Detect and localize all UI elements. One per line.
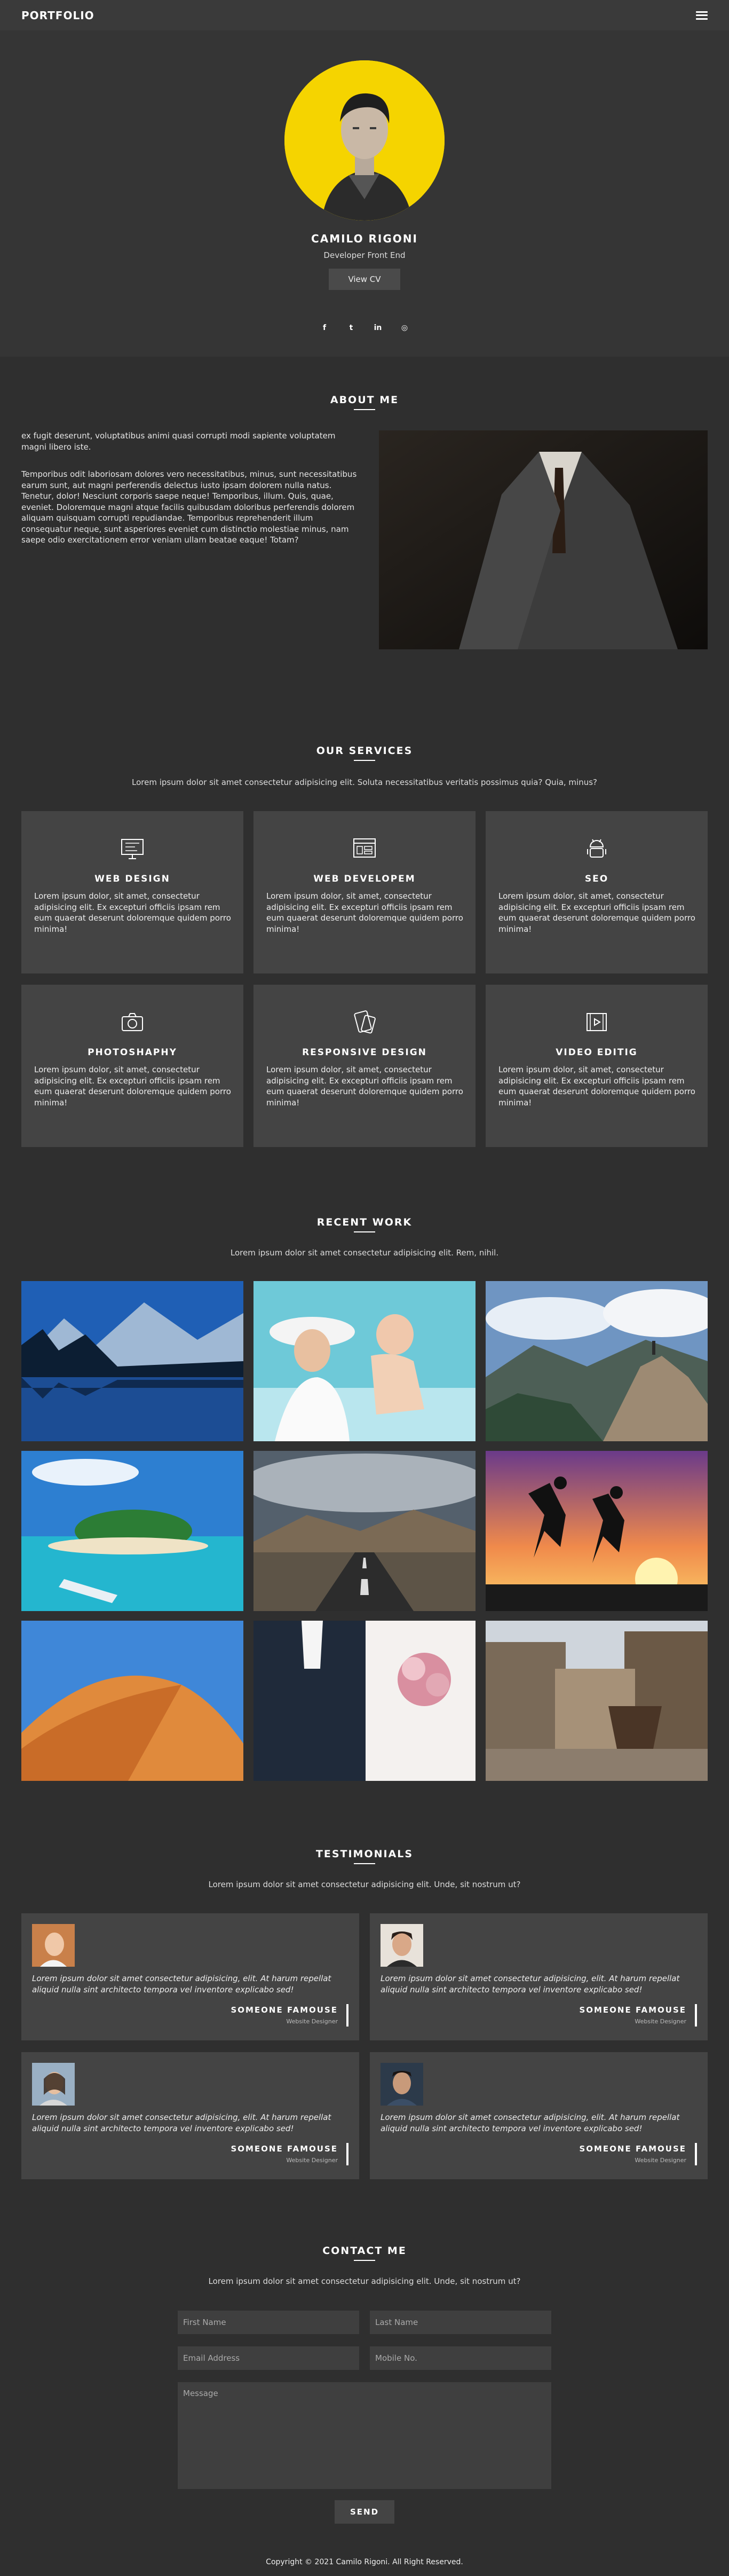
about-photo [379, 430, 708, 649]
service-title: WEB DESIGN [94, 874, 170, 884]
service-card: WEB DEVELOPEM Lorem ipsum dolor, sit ame… [253, 811, 476, 973]
services-title: OUR SERVICES [316, 745, 413, 757]
profile-avatar [284, 60, 445, 221]
sand-dune-photo[interactable] [21, 1621, 243, 1781]
about-paragraph-1: ex fugit deserunt, voluptatibus animi qu… [21, 431, 336, 452]
accent-bar [346, 2004, 348, 2027]
mother-baby-photo[interactable] [253, 1281, 476, 1441]
wedding-couple-photo[interactable] [253, 1621, 476, 1781]
service-description: Lorem ipsum dolor, sit amet, consectetur… [498, 1065, 695, 1108]
service-card: WEB DESIGN Lorem ipsum dolor, sit amet, … [21, 811, 243, 973]
about-title: ABOUT ME [330, 394, 399, 406]
testimonial-name: SOMEONE FAMOUSE [231, 2144, 338, 2154]
lake-mountains-photo[interactable] [21, 1281, 243, 1441]
brand-logo[interactable]: PORTFOLIO [21, 9, 94, 22]
testimonial-role: Website Designer [286, 2018, 338, 2025]
service-title: SEO [584, 874, 609, 884]
service-card: PHOTOSHAPHY Lorem ipsum dolor, sit amet,… [21, 985, 243, 1147]
send-button[interactable]: SEND [335, 2500, 394, 2524]
service-title: RESPONSIVE DESIGN [302, 1047, 427, 1058]
testimonial-name: SOMEONE FAMOUSE [579, 2005, 686, 2015]
twitter-icon[interactable]: t [345, 321, 358, 334]
service-description: Lorem ipsum dolor, sit amet, consectetur… [266, 891, 463, 934]
tropical-island-photo[interactable] [21, 1451, 243, 1611]
hero-section: CAMILO RIGONI Developer Front End View C… [0, 30, 729, 357]
avatar [381, 2063, 423, 2106]
message-field[interactable]: Message [178, 2382, 551, 2489]
service-card: SEO Lorem ipsum dolor, sit amet, consect… [486, 811, 708, 973]
work-divider [354, 1231, 375, 1232]
browser-code-icon [353, 838, 376, 858]
testimonial-quote: Lorem ipsum dolor sit amet consectetur a… [32, 1974, 331, 1994]
mobile-field[interactable]: Mobile No. [370, 2346, 551, 2370]
accent-bar [695, 2004, 697, 2027]
testimonial-role: Website Designer [286, 2157, 338, 2164]
desert-road-photo[interactable] [253, 1451, 476, 1611]
service-description: Lorem ipsum dolor, sit amet, consectetur… [34, 1065, 231, 1108]
testimonial-role: Website Designer [635, 2157, 686, 2164]
about-divider [354, 409, 375, 410]
work-subtitle: Lorem ipsum dolor sit amet consectetur a… [230, 1248, 499, 1258]
profile-name: CAMILO RIGONI [311, 232, 418, 245]
avatar [32, 1924, 75, 1967]
view-cv-button[interactable]: View CV [329, 269, 400, 290]
social-links: f t in ◎ [318, 321, 411, 334]
work-title: RECENT WORK [316, 1216, 413, 1228]
testimonial-role: Website Designer [635, 2018, 686, 2025]
testimonials-divider [354, 1863, 375, 1864]
testimonial-quote: Lorem ipsum dolor sit amet consectetur a… [381, 1974, 680, 1994]
accent-bar [695, 2143, 697, 2165]
devices-icon [354, 1010, 376, 1034]
profile-role: Developer Front End [323, 250, 406, 260]
about-paragraph-2: Temporibus odit laboriosam dolores vero … [21, 469, 357, 545]
android-icon [587, 839, 606, 858]
contact-title: CONTACT ME [322, 2245, 407, 2257]
testimonial-card: Lorem ipsum dolor sit amet consectetur a… [21, 1913, 359, 2040]
testimonials-subtitle: Lorem ipsum dolor sit amet consectetur a… [208, 1880, 521, 1889]
testimonial-name: SOMEONE FAMOUSE [231, 2005, 338, 2015]
testimonial-name: SOMEONE FAMOUSE [579, 2144, 686, 2154]
last-name-field[interactable]: Last Name [370, 2311, 551, 2334]
first-name-field[interactable]: First Name [178, 2311, 359, 2334]
instagram-icon[interactable]: ◎ [398, 321, 411, 334]
service-card: RESPONSIVE DESIGN Lorem ipsum dolor, sit… [253, 985, 476, 1147]
footer-copyright: Copyright © 2021 Camilo Rigoni. All Righ… [266, 2558, 463, 2566]
video-icon [587, 1013, 607, 1031]
sunset-jump-photo[interactable] [486, 1451, 708, 1611]
service-description: Lorem ipsum dolor, sit amet, consectetur… [498, 891, 695, 934]
testimonial-card: Lorem ipsum dolor sit amet consectetur a… [370, 2052, 708, 2179]
testimonial-card: Lorem ipsum dolor sit amet consectetur a… [21, 2052, 359, 2179]
testimonial-card: Lorem ipsum dolor sit amet consectetur a… [370, 1913, 708, 2040]
camera-icon [122, 1013, 143, 1031]
service-title: VIDEO EDITIG [556, 1047, 638, 1058]
avatar [381, 1924, 423, 1967]
testimonials-title: TESTIMONIALS [315, 1848, 414, 1860]
testimonial-quote: Lorem ipsum dolor sit amet consectetur a… [32, 2112, 331, 2133]
monitor-icon [121, 839, 144, 859]
service-card: VIDEO EDITIG Lorem ipsum dolor, sit amet… [486, 985, 708, 1147]
facebook-icon[interactable]: f [318, 321, 331, 334]
testimonial-quote: Lorem ipsum dolor sit amet consectetur a… [381, 2112, 680, 2133]
avatar [32, 2063, 75, 2106]
contact-divider [354, 2260, 375, 2261]
accent-bar [346, 2143, 348, 2165]
contact-subtitle: Lorem ipsum dolor sit amet consectetur a… [208, 2276, 521, 2286]
services-divider [354, 760, 375, 761]
service-description: Lorem ipsum dolor, sit amet, consectetur… [266, 1065, 463, 1108]
service-title: PHOTOSHAPHY [88, 1047, 177, 1058]
service-title: WEB DEVELOPEM [313, 874, 416, 884]
services-subtitle: Lorem ipsum dolor sit amet consectetur a… [132, 777, 597, 787]
navbar: PORTFOLIO [0, 0, 729, 30]
hamburger-icon[interactable] [696, 11, 708, 20]
town-square-photo[interactable] [486, 1621, 708, 1781]
email-field[interactable]: Email Address [178, 2346, 359, 2370]
hiker-cliff-photo[interactable] [486, 1281, 708, 1441]
linkedin-icon[interactable]: in [371, 321, 384, 334]
service-description: Lorem ipsum dolor, sit amet, consectetur… [34, 891, 231, 934]
